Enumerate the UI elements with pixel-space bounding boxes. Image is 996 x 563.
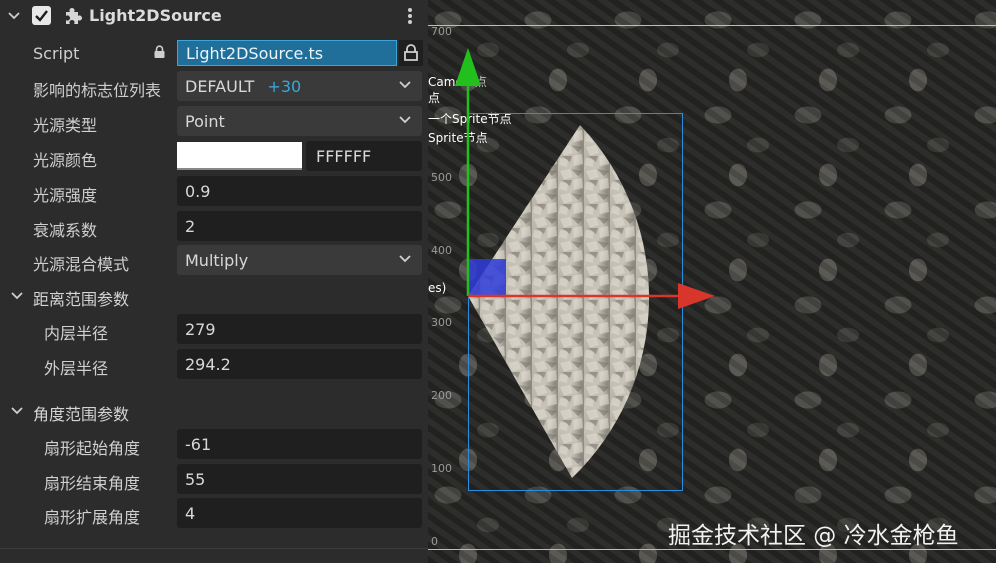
falloff-label: 衰减系数 [33,221,98,240]
layers-row: 影响的标志位列表 DEFAULT +30 [0,70,428,104]
puzzle-icon [66,8,82,24]
light-type-select[interactable]: Point [177,106,422,136]
inner-radius-input[interactable]: 279 [177,314,422,344]
asset-locate-button[interactable] [399,40,423,66]
light-type-row: 光源类型 Point [0,105,428,139]
spread-angle-label: 扇形扩展角度 [44,508,141,527]
component-title: Light2DSource [89,6,222,25]
component-header: Light2DSource [0,0,428,32]
outer-radius-label: 外层半径 [44,359,109,378]
outer-radius-input[interactable]: 294.2 [177,349,422,379]
layers-extra: +30 [267,77,302,96]
range-section-title: 距离范围参数 [33,290,130,309]
inner-radius-row: 内层半径 279 [0,313,428,347]
outer-radius-row: 外层半径 294.2 [0,348,428,382]
falloff-input[interactable]: 2 [177,211,422,241]
chevron-down-icon [11,407,23,415]
panel-bottom-divider [0,548,428,549]
start-angle-label: 扇形起始角度 [44,439,141,458]
angle-section-header[interactable]: 角度范围参数 [0,394,428,428]
blend-label: 光源混合模式 [33,255,130,274]
end-angle-label: 扇形结束角度 [44,474,141,493]
script-asset-field[interactable]: Light2DSource.ts [177,40,397,66]
gizmo-plane-handle[interactable] [469,259,506,296]
angle-section-title: 角度范围参数 [33,405,130,424]
start-angle-row: 扇形起始角度 -61 [0,428,428,462]
end-angle-row: 扇形结束角度 55 [0,463,428,497]
intensity-label: 光源强度 [33,186,98,205]
checkmark-icon [35,10,48,22]
chevron-down-icon [11,292,23,300]
end-angle-input[interactable]: 55 [177,464,422,494]
light-color-label: 光源颜色 [33,151,98,170]
falloff-row: 衰减系数 2 [0,210,428,244]
chevron-down-icon [399,255,411,263]
layers-value: DEFAULT [185,77,255,96]
blend-value: Multiply [185,251,249,270]
spread-angle-row: 扇形扩展角度 4 [0,497,428,531]
blend-select[interactable]: Multiply [177,245,422,275]
script-label: Script [33,44,80,63]
layers-select[interactable]: DEFAULT +30 [177,71,422,101]
x-axis-arrow-icon[interactable] [678,283,715,309]
chevron-down-icon [399,116,411,124]
lock-icon [154,45,165,58]
transform-gizmo[interactable] [428,0,996,563]
range-section-header[interactable]: 距离范围参数 [0,279,428,313]
light-color-row: 光源颜色 FFFFFF [0,140,428,174]
collapse-chevron-icon[interactable] [7,9,21,23]
intensity-row: 光源强度 0.9 [0,175,428,209]
color-swatch[interactable] [177,142,302,170]
blend-row: 光源混合模式 Multiply [0,244,428,278]
locate-icon [404,44,418,61]
layers-label: 影响的标志位列表 [33,81,162,100]
watermark: 掘金技术社区 @ 冷水金枪鱼 [668,523,959,549]
y-axis-arrow-icon[interactable] [455,48,481,86]
inspector-panel: Light2DSource Script Light2DSource.ts 影响… [0,0,428,563]
inner-radius-label: 内层半径 [44,324,109,343]
start-angle-input[interactable]: -61 [177,429,422,459]
chevron-down-icon [399,81,411,89]
scene-view[interactable]: 700 500 400 300 200 100 0 Came节点 [428,0,996,563]
intensity-input[interactable]: 0.9 [177,176,422,206]
light-type-value: Point [185,112,225,131]
color-hex-input[interactable]: FFFFFF [306,141,422,171]
script-row: Script Light2DSource.ts [0,37,428,71]
spread-angle-input[interactable]: 4 [177,498,422,528]
more-menu-icon[interactable] [404,6,416,26]
enabled-checkbox[interactable] [32,6,51,25]
light-type-label: 光源类型 [33,116,98,135]
